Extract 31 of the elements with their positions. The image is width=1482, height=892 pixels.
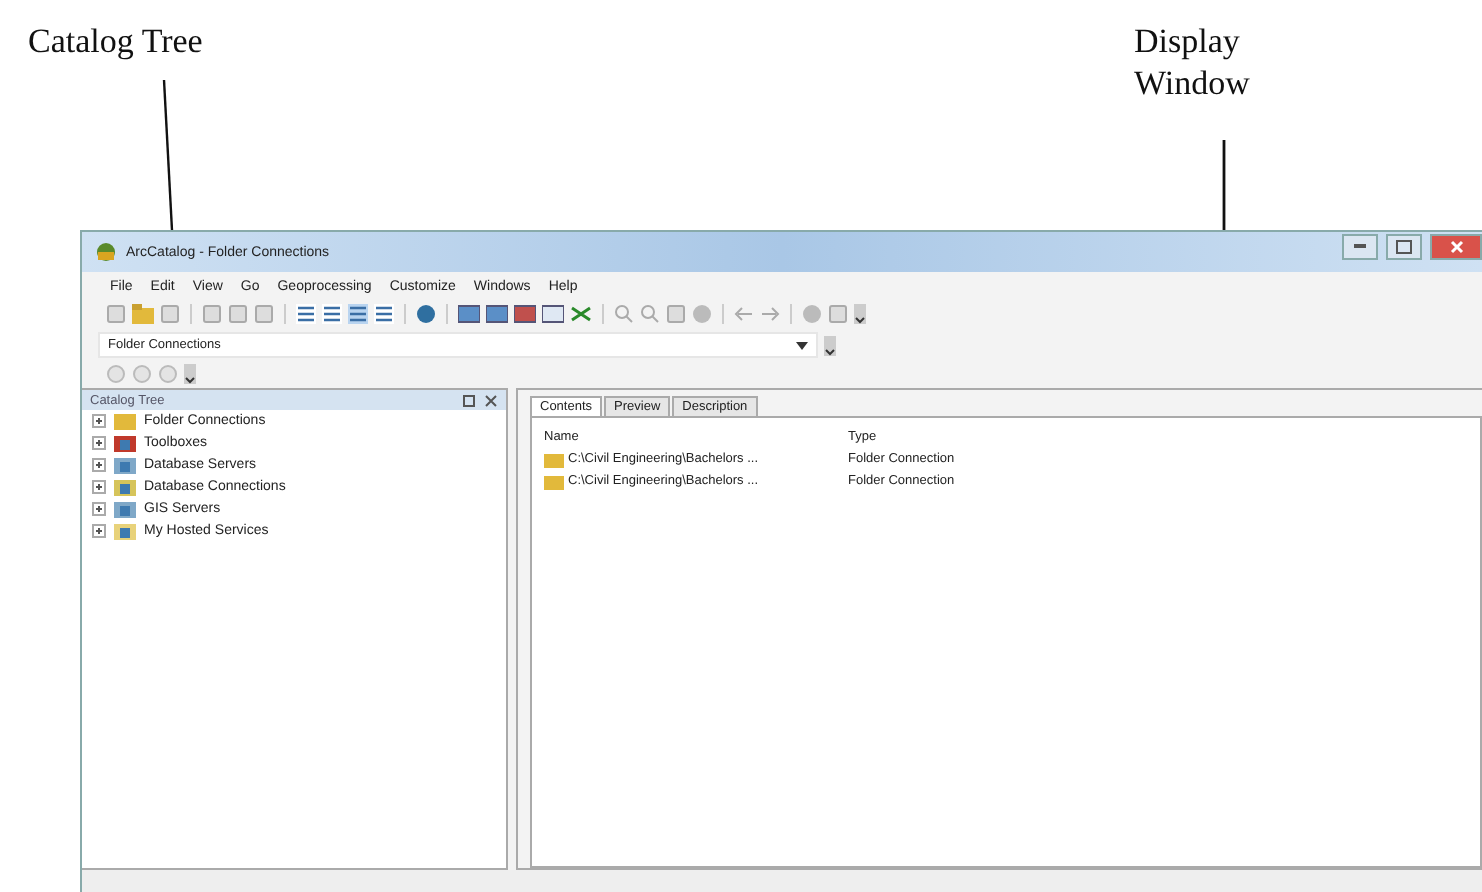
server-icon bbox=[114, 456, 136, 474]
database-icon bbox=[114, 478, 136, 496]
service-icon bbox=[114, 522, 136, 540]
expand-icon[interactable] bbox=[92, 502, 106, 516]
minimize-button[interactable] bbox=[1342, 233, 1378, 259]
toolbox-icon bbox=[114, 434, 136, 452]
annotation-label: Catalog Tree bbox=[28, 20, 203, 62]
expand-icon[interactable] bbox=[92, 414, 106, 428]
list-icon[interactable] bbox=[348, 304, 368, 324]
expand-icon[interactable] bbox=[92, 436, 106, 450]
leader-line bbox=[1220, 140, 1228, 230]
overflow-icon[interactable] bbox=[854, 304, 866, 324]
annotation-label: Display Window bbox=[1134, 20, 1250, 104]
layer-icon[interactable] bbox=[486, 304, 508, 324]
pin-icon[interactable] bbox=[462, 393, 476, 407]
expand-icon[interactable] bbox=[92, 458, 106, 472]
folder-icon bbox=[114, 412, 136, 430]
maximize-button[interactable] bbox=[1386, 233, 1422, 259]
scissors-icon[interactable] bbox=[570, 304, 592, 324]
caret-icon[interactable] bbox=[796, 341, 808, 349]
close-icon[interactable] bbox=[484, 393, 498, 407]
expand-icon[interactable] bbox=[92, 480, 106, 494]
layer-icon[interactable] bbox=[542, 304, 564, 324]
layer-icon[interactable] bbox=[514, 304, 536, 324]
expand-icon[interactable] bbox=[92, 524, 106, 538]
overflow-icon[interactable] bbox=[824, 335, 836, 355]
server-icon bbox=[114, 500, 136, 518]
layer-icon[interactable] bbox=[458, 304, 480, 324]
overflow-icon[interactable] bbox=[184, 364, 196, 384]
close-icon bbox=[1449, 239, 1463, 253]
close-button[interactable] bbox=[1430, 233, 1482, 259]
